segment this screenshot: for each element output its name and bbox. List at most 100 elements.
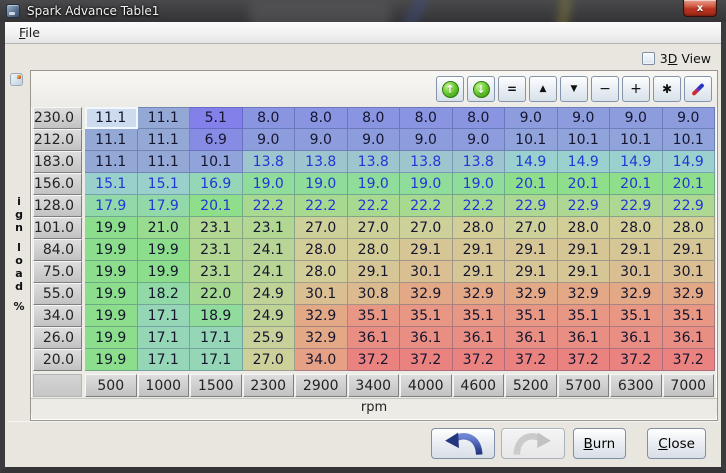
table-cell[interactable]: 11.1 xyxy=(138,151,191,173)
table-cell[interactable]: 29.1 xyxy=(453,239,506,261)
table-cell[interactable]: 35.1 xyxy=(453,305,506,327)
table-cell[interactable]: 11.1 xyxy=(85,129,138,151)
table-cell[interactable]: 29.1 xyxy=(558,239,611,261)
close-button[interactable]: Close xyxy=(647,428,706,459)
row-header-cell[interactable]: 26.0 xyxy=(33,327,82,349)
table-cell[interactable]: 23.1 xyxy=(243,217,296,239)
table-cell[interactable]: 9.0 xyxy=(663,107,716,129)
table-cell[interactable]: 35.1 xyxy=(610,305,663,327)
table-cell[interactable]: 14.9 xyxy=(505,151,558,173)
table-cell[interactable]: 17.9 xyxy=(138,195,191,217)
table-cell[interactable]: 9.0 xyxy=(453,129,506,151)
increase-button[interactable]: + xyxy=(622,76,650,102)
table-cell[interactable]: 28.0 xyxy=(295,261,348,283)
row-header-cell[interactable]: 230.0 xyxy=(33,107,82,129)
table-cell[interactable]: 34.0 xyxy=(295,349,348,371)
table-cell[interactable]: 10.1 xyxy=(610,129,663,151)
table-cell[interactable]: 28.0 xyxy=(348,239,401,261)
table-cell[interactable]: 28.0 xyxy=(610,217,663,239)
table-cell[interactable]: 19.9 xyxy=(85,283,138,305)
table-cell[interactable]: 22.9 xyxy=(663,195,716,217)
set-equal-button[interactable]: = xyxy=(498,76,526,102)
table-cell[interactable]: 24.1 xyxy=(243,239,296,261)
table-cell[interactable]: 29.1 xyxy=(505,239,558,261)
table-cell[interactable]: 14.9 xyxy=(610,151,663,173)
table-cell[interactable]: 37.2 xyxy=(610,349,663,371)
row-header-cell[interactable]: 55.0 xyxy=(33,283,82,305)
table-cell[interactable]: 8.0 xyxy=(295,107,348,129)
menu-item-file[interactable]: File xyxy=(10,23,49,42)
table-cell[interactable]: 24.9 xyxy=(243,283,296,305)
table-cell[interactable]: 29.1 xyxy=(558,261,611,283)
table-cell[interactable]: 30.1 xyxy=(610,261,663,283)
row-header-cell[interactable]: 212.0 xyxy=(33,129,82,151)
column-header-cell[interactable]: 7000 xyxy=(663,374,715,397)
table-cell[interactable]: 14.9 xyxy=(558,151,611,173)
table-cell[interactable]: 28.0 xyxy=(558,217,611,239)
column-header-cell[interactable]: 2300 xyxy=(243,374,295,397)
table-cell[interactable]: 20.1 xyxy=(663,173,716,195)
table-cell[interactable]: 8.0 xyxy=(453,107,506,129)
table-cell[interactable]: 13.8 xyxy=(243,151,296,173)
table-cell[interactable]: 10.1 xyxy=(505,129,558,151)
burn-button[interactable]: Burn xyxy=(573,428,627,459)
column-header-cell[interactable]: 2900 xyxy=(295,374,347,397)
table-cell[interactable]: 35.1 xyxy=(400,305,453,327)
table-cell[interactable]: 35.1 xyxy=(348,305,401,327)
column-header-cell[interactable]: 5700 xyxy=(558,374,610,397)
table-cell[interactable]: 22.9 xyxy=(558,195,611,217)
table-cell[interactable]: 13.8 xyxy=(348,151,401,173)
table-cell[interactable]: 24.9 xyxy=(243,305,296,327)
column-header-cell[interactable]: 3400 xyxy=(348,374,400,397)
edit-pencil-button[interactable] xyxy=(684,76,712,102)
table-cell[interactable]: 19.9 xyxy=(85,349,138,371)
table-cell[interactable]: 36.1 xyxy=(610,327,663,349)
table-cell[interactable]: 24.1 xyxy=(243,261,296,283)
table-cell[interactable]: 27.0 xyxy=(243,349,296,371)
window-close-button[interactable]: x xyxy=(683,0,717,17)
table-cell[interactable]: 29.1 xyxy=(348,261,401,283)
table-cell[interactable]: 22.2 xyxy=(295,195,348,217)
table-cell[interactable]: 22.2 xyxy=(348,195,401,217)
table-cell[interactable]: 8.0 xyxy=(243,107,296,129)
table-cell[interactable]: 19.0 xyxy=(400,173,453,195)
row-header-cell[interactable]: 75.0 xyxy=(33,261,82,283)
table-cell[interactable]: 32.9 xyxy=(295,305,348,327)
table-cell[interactable]: 35.1 xyxy=(663,305,716,327)
row-header-cell[interactable]: 183.0 xyxy=(33,151,82,173)
title-bar[interactable]: Spark Advance Table1 x xyxy=(0,0,726,22)
table-cell[interactable]: 15.1 xyxy=(138,173,191,195)
table-cell[interactable]: 17.1 xyxy=(190,349,243,371)
column-header-cell[interactable]: 4000 xyxy=(400,374,452,397)
table-cell[interactable]: 19.9 xyxy=(85,327,138,349)
table-cell[interactable]: 36.1 xyxy=(400,327,453,349)
table-cell[interactable]: 25.9 xyxy=(243,327,296,349)
table-cell[interactable]: 37.2 xyxy=(400,349,453,371)
table-cell[interactable]: 35.1 xyxy=(505,305,558,327)
table-cell[interactable]: 19.9 xyxy=(85,305,138,327)
table-cell[interactable]: 9.0 xyxy=(610,107,663,129)
table-cell[interactable]: 22.2 xyxy=(400,195,453,217)
table-cell[interactable]: 27.0 xyxy=(400,217,453,239)
table-cell[interactable]: 19.9 xyxy=(85,217,138,239)
table-cell[interactable]: 9.0 xyxy=(505,107,558,129)
table-cell[interactable]: 19.9 xyxy=(138,239,191,261)
table-cell[interactable]: 22.9 xyxy=(505,195,558,217)
table-cell[interactable]: 23.1 xyxy=(190,261,243,283)
table-cell[interactable]: 19.9 xyxy=(85,239,138,261)
table-cell[interactable]: 18.9 xyxy=(190,305,243,327)
decrease-button[interactable]: − xyxy=(591,76,619,102)
table-cell[interactable]: 16.9 xyxy=(190,173,243,195)
table-cell[interactable]: 20.1 xyxy=(190,195,243,217)
table-cell[interactable]: 20.1 xyxy=(505,173,558,195)
column-header-cell[interactable]: 4600 xyxy=(453,374,505,397)
table-cell[interactable]: 32.9 xyxy=(505,283,558,305)
table-cell[interactable]: 22.0 xyxy=(190,283,243,305)
table-cell[interactable]: 19.9 xyxy=(138,261,191,283)
row-header-cell[interactable]: 84.0 xyxy=(33,239,82,261)
table-cell[interactable]: 37.2 xyxy=(348,349,401,371)
table-cell[interactable]: 29.1 xyxy=(453,261,506,283)
table-cell[interactable]: 11.1 xyxy=(138,107,191,129)
table-cell[interactable]: 17.1 xyxy=(138,349,191,371)
table-cell[interactable]: 17.9 xyxy=(85,195,138,217)
